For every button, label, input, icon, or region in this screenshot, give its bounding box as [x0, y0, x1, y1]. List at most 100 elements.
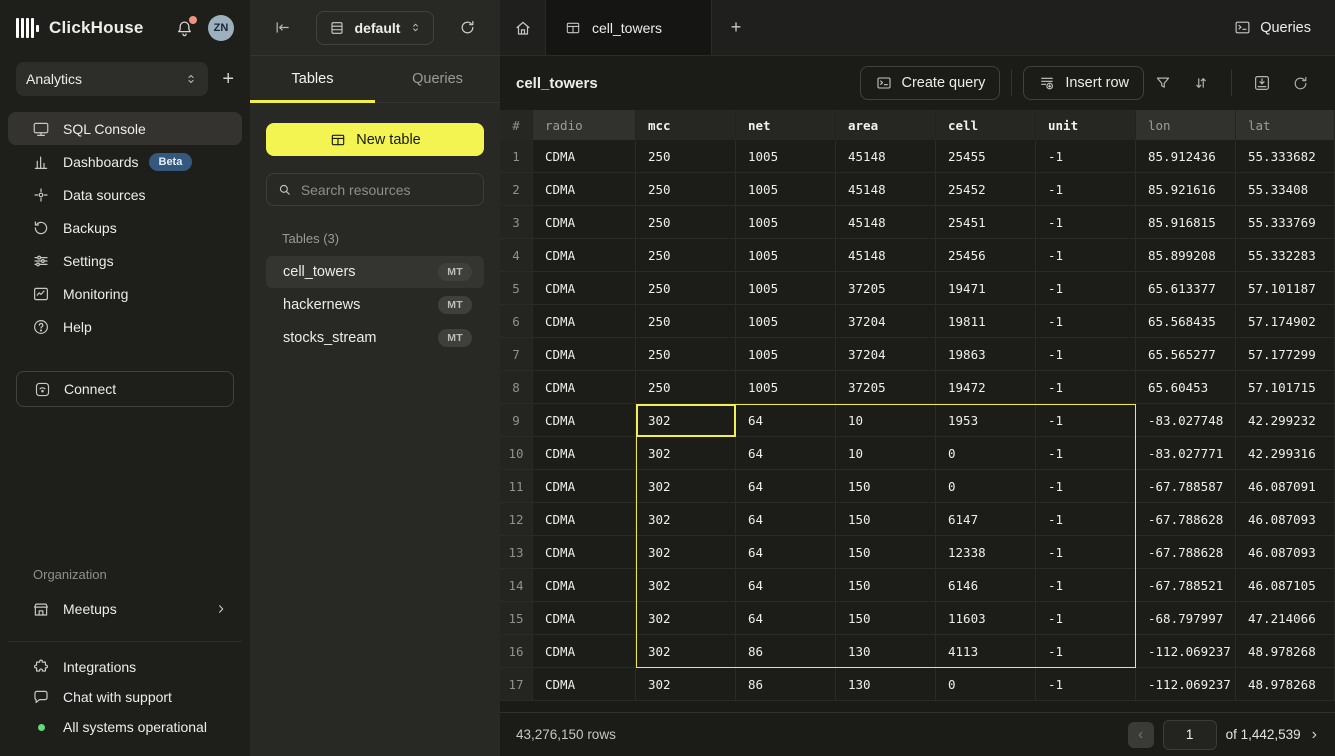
- sidebar-item-sql-console[interactable]: SQL Console: [8, 112, 242, 145]
- table-cell[interactable]: 11603: [936, 602, 1036, 635]
- connect-button[interactable]: Connect: [16, 371, 234, 407]
- table-cell[interactable]: -68.797997: [1136, 602, 1236, 635]
- table-cell[interactable]: CDMA: [533, 536, 636, 569]
- table-cell[interactable]: 302: [636, 503, 736, 536]
- table-cell[interactable]: CDMA: [533, 206, 636, 239]
- table-cell[interactable]: 302: [636, 536, 736, 569]
- column-header-lon[interactable]: lon: [1136, 110, 1236, 140]
- table-cell[interactable]: 37204: [836, 338, 936, 371]
- table-cell[interactable]: 85.916815: [1136, 206, 1236, 239]
- table-cell[interactable]: 57.101187: [1236, 272, 1335, 305]
- table-cell[interactable]: 150: [836, 569, 936, 602]
- table-cell[interactable]: 250: [636, 371, 736, 404]
- table-cell[interactable]: 55.333682: [1236, 140, 1335, 173]
- sidebar-item-help[interactable]: Help: [8, 310, 242, 343]
- table-cell[interactable]: -1: [1036, 437, 1136, 470]
- table-cell[interactable]: 19472: [936, 371, 1036, 404]
- table-cell[interactable]: CDMA: [533, 668, 636, 701]
- table-cell[interactable]: CDMA: [533, 470, 636, 503]
- notifications-bell-icon[interactable]: [175, 19, 194, 38]
- table-cell[interactable]: 1005: [736, 239, 836, 272]
- row-number[interactable]: 15: [500, 602, 533, 635]
- table-cell[interactable]: 64: [736, 602, 836, 635]
- avatar[interactable]: ZN: [208, 15, 234, 41]
- table-cell[interactable]: CDMA: [533, 569, 636, 602]
- table-cell[interactable]: 85.912436: [1136, 140, 1236, 173]
- table-cell[interactable]: -1: [1036, 371, 1136, 404]
- column-header-mcc[interactable]: mcc: [636, 110, 736, 140]
- row-number[interactable]: 1: [500, 140, 533, 173]
- column-header-lat[interactable]: lat: [1236, 110, 1335, 140]
- table-cell[interactable]: 65.565277: [1136, 338, 1236, 371]
- table-cell[interactable]: 45148: [836, 239, 936, 272]
- row-number[interactable]: 2: [500, 173, 533, 206]
- row-number[interactable]: 7: [500, 338, 533, 371]
- table-cell[interactable]: 1005: [736, 371, 836, 404]
- table-cell[interactable]: 42.299316: [1236, 437, 1335, 470]
- table-cell[interactable]: 64: [736, 470, 836, 503]
- table-cell[interactable]: -1: [1036, 305, 1136, 338]
- table-cell[interactable]: 85.899208: [1136, 239, 1236, 272]
- row-number[interactable]: 3: [500, 206, 533, 239]
- table-cell[interactable]: 130: [836, 635, 936, 668]
- table-cell[interactable]: 57.174902: [1236, 305, 1335, 338]
- table-cell[interactable]: 250: [636, 239, 736, 272]
- table-cell[interactable]: 25455: [936, 140, 1036, 173]
- table-cell[interactable]: 12338: [936, 536, 1036, 569]
- column-header-area[interactable]: area: [836, 110, 936, 140]
- table-list-item-hackernews[interactable]: hackernews MT: [266, 289, 484, 321]
- table-cell[interactable]: 302: [636, 569, 736, 602]
- sidebar-item-dashboards[interactable]: Dashboards Beta: [8, 145, 242, 178]
- table-cell[interactable]: 19863: [936, 338, 1036, 371]
- table-cell[interactable]: 10: [836, 437, 936, 470]
- table-cell[interactable]: 64: [736, 437, 836, 470]
- sidebar-item-meetups[interactable]: Meetups: [8, 592, 242, 625]
- table-cell[interactable]: 85.921616: [1136, 173, 1236, 206]
- table-cell[interactable]: 19471: [936, 272, 1036, 305]
- table-cell[interactable]: 0: [936, 437, 1036, 470]
- table-cell[interactable]: 25456: [936, 239, 1036, 272]
- table-cell[interactable]: 250: [636, 338, 736, 371]
- search-resources-input[interactable]: [301, 182, 473, 198]
- table-cell[interactable]: 1005: [736, 140, 836, 173]
- table-cell[interactable]: -1: [1036, 404, 1136, 437]
- sidebar-item-data-sources[interactable]: Data sources: [8, 178, 242, 211]
- table-cell[interactable]: 302: [636, 404, 736, 437]
- table-cell[interactable]: 45148: [836, 173, 936, 206]
- table-cell[interactable]: CDMA: [533, 173, 636, 206]
- sidebar-item-chat-support[interactable]: Chat with support: [8, 682, 242, 712]
- table-cell[interactable]: CDMA: [533, 602, 636, 635]
- tab-tables[interactable]: Tables: [250, 56, 375, 102]
- table-cell[interactable]: 0: [936, 668, 1036, 701]
- table-cell[interactable]: 1005: [736, 206, 836, 239]
- table-cell[interactable]: 302: [636, 437, 736, 470]
- tab-queries[interactable]: Queries: [375, 56, 500, 102]
- table-cell[interactable]: 250: [636, 305, 736, 338]
- table-cell[interactable]: 1005: [736, 338, 836, 371]
- table-cell[interactable]: -1: [1036, 569, 1136, 602]
- row-number[interactable]: 17: [500, 668, 533, 701]
- table-cell[interactable]: 250: [636, 173, 736, 206]
- table-cell[interactable]: -67.788628: [1136, 536, 1236, 569]
- table-cell[interactable]: 46.087093: [1236, 503, 1335, 536]
- refresh-resources-icon[interactable]: [459, 19, 476, 36]
- table-cell[interactable]: -83.027771: [1136, 437, 1236, 470]
- insert-row-button[interactable]: Insert row: [1023, 66, 1144, 100]
- table-cell[interactable]: 302: [636, 602, 736, 635]
- table-cell[interactable]: 55.332283: [1236, 239, 1335, 272]
- table-cell[interactable]: 250: [636, 206, 736, 239]
- table-cell[interactable]: 1005: [736, 272, 836, 305]
- filter-button[interactable]: [1144, 66, 1182, 100]
- sidebar-item-backups[interactable]: Backups: [8, 211, 242, 244]
- table-cell[interactable]: 19811: [936, 305, 1036, 338]
- table-cell[interactable]: 250: [636, 140, 736, 173]
- table-cell[interactable]: -1: [1036, 272, 1136, 305]
- create-query-button[interactable]: Create query: [860, 66, 1001, 100]
- table-cell[interactable]: -1: [1036, 173, 1136, 206]
- table-cell[interactable]: 37204: [836, 305, 936, 338]
- workspace-tab-cell-towers[interactable]: cell_towers: [546, 0, 712, 55]
- table-cell[interactable]: -1: [1036, 503, 1136, 536]
- table-cell[interactable]: 10: [836, 404, 936, 437]
- column-header-index[interactable]: #: [500, 110, 533, 140]
- table-cell[interactable]: -1: [1036, 206, 1136, 239]
